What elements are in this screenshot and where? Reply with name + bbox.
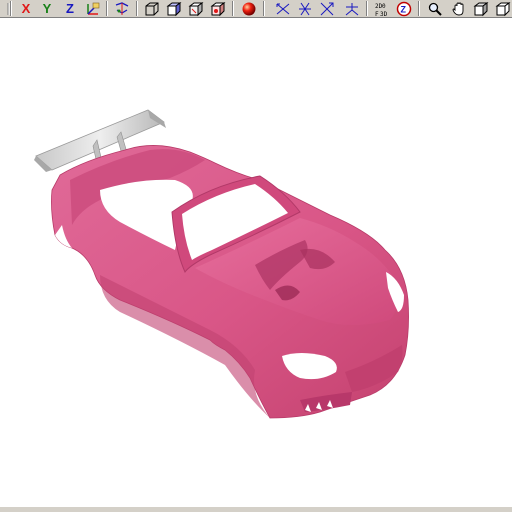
ortho-view-icon[interactable] xyxy=(494,0,512,17)
rotate-axes-icon[interactable] xyxy=(113,0,131,17)
search-icon[interactable] xyxy=(426,0,444,17)
cube-wire-icon[interactable] xyxy=(143,0,161,17)
cube-texture-icon[interactable] xyxy=(209,0,227,17)
sphere-light-icon[interactable] xyxy=(240,0,258,17)
cube-hidden-icon[interactable] xyxy=(187,0,205,17)
toolbar-grip-icon xyxy=(0,0,18,17)
status-bar xyxy=(0,506,512,512)
front-back-icon[interactable]: 2D 0 F 3D xyxy=(373,0,391,17)
axis-y-button[interactable]: Y xyxy=(38,0,56,17)
svg-text:3D: 3D xyxy=(380,11,388,17)
car-body xyxy=(51,145,409,419)
svg-text:Z: Z xyxy=(401,4,407,14)
reset-view-icon[interactable] xyxy=(343,0,361,17)
toolbar-separator xyxy=(136,1,138,16)
3d-viewport[interactable] xyxy=(0,18,512,506)
move-y-icon[interactable] xyxy=(296,0,314,17)
toolbar-separator xyxy=(366,1,368,16)
toolbar: X Y Z 2D 0 F 3D Z xyxy=(0,0,512,18)
toolbar-separator xyxy=(10,1,12,16)
axis-x-button[interactable]: X xyxy=(17,0,35,17)
toolbar-separator xyxy=(232,1,234,16)
car-model xyxy=(34,109,409,419)
toolbar-separator xyxy=(418,1,420,16)
svg-text:F: F xyxy=(375,11,379,17)
svg-text:0: 0 xyxy=(382,3,386,10)
move-z-icon[interactable] xyxy=(318,0,336,17)
cube-view-icon[interactable] xyxy=(472,0,490,17)
toolbar-separator xyxy=(263,1,265,16)
cube-shaded-icon[interactable] xyxy=(165,0,183,17)
toolbar-separator xyxy=(106,1,108,16)
zoom-icon[interactable]: Z xyxy=(395,0,413,17)
move-x-icon[interactable] xyxy=(274,0,292,17)
axis-xyz-icon[interactable] xyxy=(84,0,102,17)
pan-hand-icon[interactable] xyxy=(450,0,468,17)
axis-z-button[interactable]: Z xyxy=(61,0,79,17)
